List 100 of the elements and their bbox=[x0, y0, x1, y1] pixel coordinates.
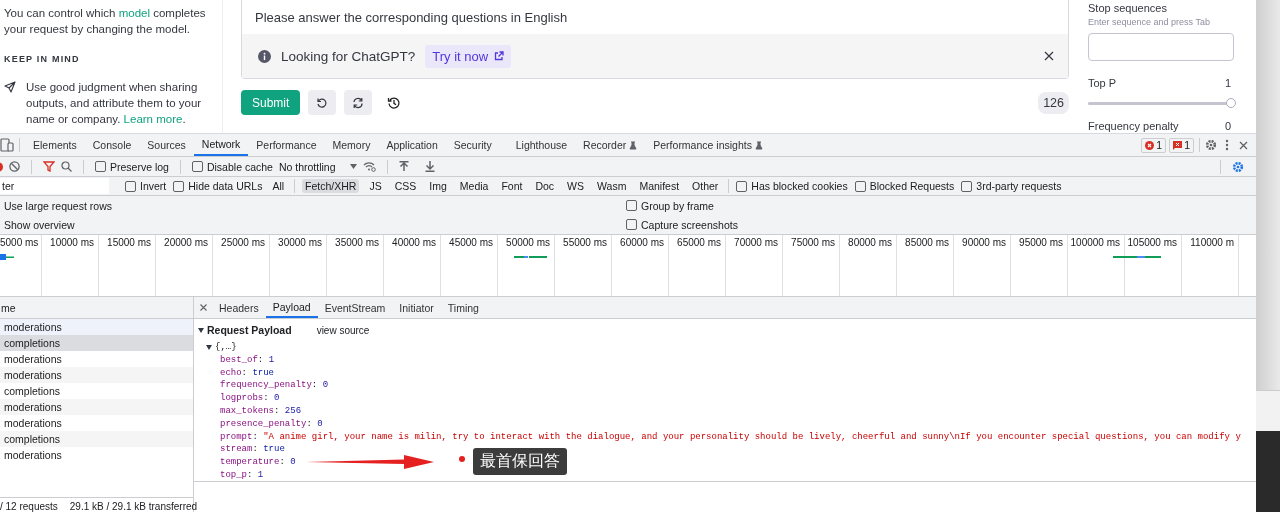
checkbox-label[interactable]: Has blocked cookies bbox=[751, 180, 848, 192]
request-row[interactable]: moderations bbox=[0, 399, 193, 415]
checkbox[interactable] bbox=[736, 180, 748, 192]
filter-icon[interactable] bbox=[43, 161, 55, 172]
payload-entry: temperature: 0 bbox=[220, 456, 296, 469]
checkbox-label[interactable]: 3rd-party requests bbox=[976, 180, 1062, 192]
type-filter[interactable]: Manifest bbox=[636, 179, 683, 193]
checkbox[interactable] bbox=[626, 200, 637, 211]
error-badge[interactable]: 1 bbox=[1141, 137, 1167, 153]
devtools-tab[interactable]: Performance insights bbox=[645, 134, 771, 156]
try-it-now-button[interactable]: Try it now bbox=[425, 44, 512, 68]
request-row[interactable]: completions bbox=[0, 383, 193, 399]
upload-icon[interactable] bbox=[398, 161, 409, 172]
devtools-tab[interactable]: Application bbox=[378, 134, 446, 156]
checkbox[interactable] bbox=[191, 161, 203, 172]
detail-tab[interactable]: Initiator bbox=[392, 297, 441, 318]
close-icon[interactable] bbox=[1044, 51, 1054, 61]
checkbox[interactable] bbox=[125, 180, 136, 192]
regenerate-button[interactable] bbox=[344, 90, 373, 115]
devtools-tab[interactable]: Performance bbox=[248, 134, 325, 156]
slider[interactable] bbox=[1088, 98, 1236, 109]
network-conditions-icon[interactable] bbox=[362, 161, 376, 172]
request-row[interactable]: moderations bbox=[0, 447, 193, 463]
search-icon[interactable] bbox=[61, 161, 72, 172]
settings-icon[interactable] bbox=[1205, 139, 1217, 151]
checkbox[interactable] bbox=[95, 161, 106, 172]
request-row[interactable]: completions bbox=[0, 431, 193, 447]
devtools-tab[interactable]: Lighthouse bbox=[507, 134, 576, 156]
payload-entry: best_of: 1 bbox=[220, 353, 275, 367]
field-label: Stop sequences bbox=[1088, 2, 1168, 14]
refresh-icon bbox=[352, 96, 365, 109]
type-filter[interactable]: Media bbox=[456, 179, 492, 193]
time-label: 65000 ms bbox=[669, 235, 726, 296]
request-row[interactable]: moderations bbox=[0, 319, 193, 335]
checkbox-label[interactable]: Preserve log bbox=[110, 160, 169, 173]
checkbox[interactable] bbox=[173, 180, 185, 192]
close-icon[interactable] bbox=[1239, 140, 1248, 150]
issue-badge[interactable]: 1 bbox=[1169, 137, 1194, 153]
time-label: 40000 ms bbox=[384, 235, 441, 296]
type-filter[interactable]: CSS bbox=[391, 179, 420, 193]
throttling-select[interactable]: No throttling bbox=[278, 160, 357, 173]
devtools-tab[interactable]: Console bbox=[84, 134, 140, 156]
prompt-text[interactable]: Please answer the corresponding questions in English bbox=[242, 0, 1068, 34]
object-preview[interactable]: {,…} bbox=[215, 341, 237, 354]
option-label[interactable]: Use large request rows bbox=[0, 199, 622, 212]
payload-entry: presence_penalty: 0 bbox=[220, 417, 323, 431]
time-label: 75000 ms bbox=[783, 235, 840, 296]
slider-thumb[interactable] bbox=[1226, 97, 1236, 108]
detail-tab[interactable]: EventStream bbox=[317, 297, 393, 318]
filter-field[interactable]: ter bbox=[0, 178, 109, 194]
close-icon[interactable] bbox=[200, 304, 207, 311]
type-filter[interactable]: All bbox=[269, 179, 288, 193]
checkbox-label[interactable]: Capture screenshots bbox=[641, 218, 738, 231]
type-filter[interactable]: Fetch/XHR bbox=[302, 179, 360, 193]
type-filter[interactable]: WS bbox=[564, 179, 588, 193]
request-row[interactable]: moderations bbox=[0, 351, 193, 367]
checkbox[interactable] bbox=[854, 180, 866, 192]
time-label: 95000 ms bbox=[1011, 235, 1068, 296]
type-filter[interactable]: Img bbox=[426, 179, 450, 193]
column-header[interactable]: me bbox=[0, 297, 193, 319]
type-filter[interactable]: JS bbox=[366, 179, 385, 193]
view-source-link[interactable]: view source bbox=[316, 324, 370, 336]
device-icon[interactable] bbox=[0, 138, 14, 152]
type-filter[interactable]: Wasm bbox=[594, 179, 630, 193]
checkbox-label[interactable]: Hide data URLs bbox=[188, 180, 263, 192]
time-label: 10000 ms bbox=[42, 235, 99, 296]
type-filter[interactable]: Font bbox=[498, 179, 526, 193]
devtools-tab[interactable]: Recorder bbox=[575, 134, 646, 156]
type-filter[interactable]: Other bbox=[689, 179, 722, 193]
external-link-icon bbox=[494, 51, 505, 61]
checkbox[interactable] bbox=[961, 180, 973, 192]
request-row[interactable]: moderations bbox=[0, 367, 193, 383]
checkbox-label[interactable]: Blocked Requests bbox=[869, 180, 955, 192]
download-icon[interactable] bbox=[424, 161, 435, 172]
detail-tab[interactable]: Payload bbox=[265, 297, 318, 318]
detail-tab[interactable]: Headers bbox=[212, 297, 266, 318]
devtools-tab[interactable]: Memory bbox=[324, 134, 379, 156]
request-bar-icon bbox=[0, 254, 14, 260]
option-label[interactable]: Show overview bbox=[0, 218, 622, 231]
record-icon[interactable] bbox=[0, 161, 3, 172]
detail-tab[interactable]: Timing bbox=[440, 297, 486, 318]
parameter-value: 1 bbox=[1224, 77, 1231, 89]
checkbox-label[interactable]: Invert bbox=[140, 180, 167, 192]
more-icon[interactable] bbox=[1225, 139, 1229, 151]
devtools-tab[interactable]: Security bbox=[445, 134, 500, 156]
type-filter[interactable]: Doc bbox=[532, 179, 558, 193]
undo-icon bbox=[316, 96, 329, 109]
devtools-tab[interactable]: Elements bbox=[25, 134, 85, 156]
time-label: 85000 ms bbox=[897, 235, 954, 296]
undo-button[interactable] bbox=[308, 90, 337, 115]
section-title[interactable]: Request Payload bbox=[207, 324, 292, 336]
checkbox-label[interactable]: Group by frame bbox=[641, 199, 714, 212]
stop-sequences-field[interactable] bbox=[1088, 33, 1234, 61]
checkbox[interactable] bbox=[626, 219, 637, 230]
devtools-tab[interactable]: Sources bbox=[139, 134, 194, 156]
request-row[interactable]: completions bbox=[0, 335, 193, 351]
checkbox-label[interactable]: Disable cache bbox=[206, 160, 273, 173]
clear-icon[interactable] bbox=[9, 161, 20, 172]
request-row[interactable]: moderations bbox=[0, 415, 193, 431]
settings-icon[interactable] bbox=[1232, 160, 1244, 173]
